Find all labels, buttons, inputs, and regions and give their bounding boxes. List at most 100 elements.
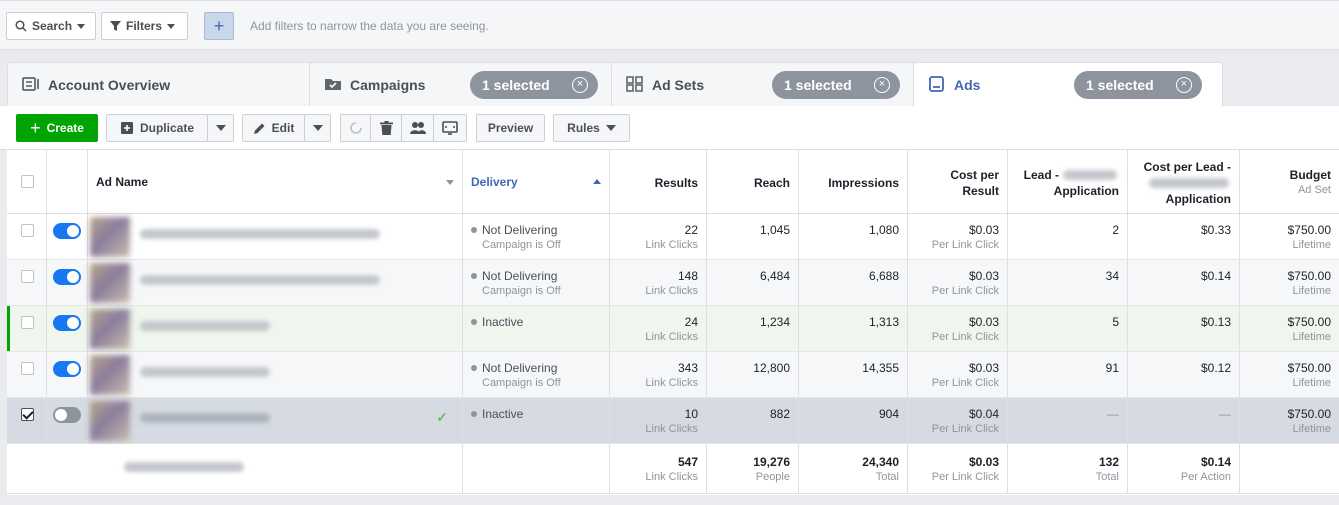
clear-selection-icon[interactable]: × bbox=[1176, 77, 1192, 93]
ad-on-off-toggle[interactable] bbox=[53, 223, 81, 239]
delivery-cell: Not Delivering Campaign is Off bbox=[463, 260, 610, 305]
grid-icon bbox=[626, 76, 643, 92]
ad-icon bbox=[929, 76, 944, 92]
header-delivery[interactable]: Delivery bbox=[463, 150, 610, 213]
header-budget[interactable]: Budget Ad Set bbox=[1240, 150, 1339, 213]
budget-value: $750.00 bbox=[1287, 361, 1331, 375]
header-impressions[interactable]: Impressions bbox=[799, 150, 908, 213]
edit-button[interactable]: Edit bbox=[242, 114, 305, 142]
search-button[interactable]: Search bbox=[6, 12, 96, 40]
totals-budget-cell bbox=[1240, 444, 1339, 493]
lead-value: 91 bbox=[1105, 361, 1119, 375]
ad-name-cell[interactable] bbox=[88, 260, 463, 305]
duplicate-dropdown[interactable] bbox=[207, 114, 234, 142]
filters-button[interactable]: Filters bbox=[101, 12, 188, 40]
row-checkbox[interactable] bbox=[21, 408, 34, 421]
row-toggle-cell bbox=[47, 398, 88, 443]
cost-per-lead-value: — bbox=[1219, 407, 1231, 421]
header-cost-per-lead[interactable]: Cost per Lead - Application bbox=[1128, 150, 1240, 213]
table-row[interactable]: Inactive 24 Link Clicks 1,234 1,313 $0.03… bbox=[7, 306, 1339, 352]
tab-account-overview[interactable]: Account Overview bbox=[7, 62, 317, 106]
row-select-cell bbox=[7, 260, 47, 305]
budget-value: $750.00 bbox=[1287, 223, 1331, 237]
add-filter-button[interactable]: + bbox=[204, 12, 234, 40]
totals-cpl-cell: $0.14 Per Action bbox=[1128, 444, 1240, 493]
delete-button[interactable] bbox=[370, 114, 402, 142]
reach-cell: 1,045 bbox=[707, 214, 799, 259]
audience-button[interactable] bbox=[401, 114, 434, 142]
header-reach[interactable]: Reach bbox=[707, 150, 799, 213]
tab-ads[interactable]: Ads 1 selected × bbox=[913, 62, 1223, 107]
budget-cell: $750.00 Lifetime bbox=[1240, 260, 1339, 305]
clear-selection-icon[interactable]: × bbox=[572, 77, 588, 93]
cost-per-result-cell: $0.03 Per Link Click bbox=[908, 352, 1008, 397]
results-value: 148 bbox=[677, 269, 698, 283]
results-cell: 148 Link Clicks bbox=[610, 260, 707, 305]
tab-ad-sets[interactable]: Ad Sets 1 selected × bbox=[611, 62, 921, 106]
ad-name-cell[interactable] bbox=[88, 306, 463, 351]
edit-dropdown[interactable] bbox=[304, 114, 331, 142]
redacted-ad-name bbox=[140, 321, 270, 331]
header-lead-application[interactable]: Lead - Application bbox=[1008, 150, 1128, 213]
header-toggle-cell bbox=[47, 150, 88, 213]
totals-results-cell: 547 Link Clicks bbox=[610, 444, 707, 493]
status-dot-icon bbox=[471, 227, 477, 233]
row-checkbox[interactable] bbox=[21, 224, 34, 237]
table-row[interactable]: Not Delivering Campaign is Off 148 Link C… bbox=[7, 260, 1339, 306]
header-cost-per-result[interactable]: Cost per Result bbox=[908, 150, 1008, 213]
tab-campaigns[interactable]: Campaigns 1 selected × bbox=[309, 62, 619, 106]
row-checkbox[interactable] bbox=[21, 270, 34, 283]
ad-name-cell[interactable] bbox=[88, 214, 463, 259]
ad-on-off-toggle[interactable] bbox=[53, 407, 81, 423]
budget-value: $750.00 bbox=[1287, 407, 1331, 421]
totals-reach-cell: 19,276 People bbox=[707, 444, 799, 493]
preview-button[interactable]: Preview bbox=[476, 114, 545, 142]
rules-button[interactable]: Rules bbox=[553, 114, 630, 142]
ad-on-off-toggle[interactable] bbox=[53, 315, 81, 331]
budget-header: Budget bbox=[1289, 168, 1331, 182]
cost-per-result-value: $0.03 bbox=[968, 315, 999, 329]
lead-cell: — bbox=[1008, 398, 1128, 443]
preview-label: Preview bbox=[487, 121, 534, 135]
redacted-ad-name bbox=[140, 367, 270, 377]
budget-cell: $750.00 Lifetime bbox=[1240, 352, 1339, 397]
totals-impressions-cell: 24,340 Total bbox=[799, 444, 908, 493]
row-checkbox[interactable] bbox=[21, 316, 34, 329]
table-row[interactable]: Not Delivering Campaign is Off 22 Link Cl… bbox=[7, 214, 1339, 260]
cost-per-result-unit: Per Link Click bbox=[931, 285, 999, 297]
results-unit: Link Clicks bbox=[645, 239, 698, 251]
ad-name-cell[interactable]: ✓ bbox=[88, 398, 463, 443]
refresh-button[interactable] bbox=[340, 114, 371, 142]
table-row[interactable]: Not Delivering Campaign is Off 343 Link C… bbox=[7, 352, 1339, 398]
cost-per-lead-cell: $0.14 bbox=[1128, 260, 1240, 305]
chevron-down-icon bbox=[312, 125, 323, 131]
header-results[interactable]: Results bbox=[610, 150, 707, 213]
impressions-cell: 1,313 bbox=[799, 306, 908, 351]
filters-label: Filters bbox=[126, 19, 163, 33]
selected-pill[interactable]: 1 selected × bbox=[1074, 71, 1202, 99]
row-checkbox[interactable] bbox=[21, 362, 34, 375]
ab-test-button[interactable] bbox=[433, 114, 467, 142]
select-all-checkbox[interactable] bbox=[21, 175, 34, 188]
lead-value: 5 bbox=[1112, 315, 1119, 329]
table-row-selected[interactable]: ✓ Inactive 10 Link Clicks 882 904 $0.04 Pe… bbox=[7, 398, 1339, 444]
clear-selection-icon[interactable]: × bbox=[874, 77, 890, 93]
selected-pill[interactable]: 1 selected × bbox=[772, 71, 900, 99]
duplicate-button[interactable]: Duplicate bbox=[106, 114, 208, 142]
ad-thumbnail bbox=[90, 401, 130, 441]
results-header: Results bbox=[654, 176, 698, 190]
redacted-text bbox=[1063, 170, 1117, 180]
tab-label: Campaigns bbox=[350, 77, 426, 93]
header-ad-name[interactable]: Ad Name bbox=[88, 150, 463, 213]
ad-on-off-toggle[interactable] bbox=[53, 361, 81, 377]
status-dot-icon bbox=[471, 365, 477, 371]
delivery-status-text: Not Delivering bbox=[482, 361, 558, 375]
pill-label: 1 selected bbox=[1086, 77, 1154, 93]
selected-pill[interactable]: 1 selected × bbox=[470, 71, 598, 99]
cost-per-lead-cell: $0.12 bbox=[1128, 352, 1240, 397]
ad-name-cell[interactable] bbox=[88, 352, 463, 397]
impressions-value: 1,313 bbox=[868, 315, 899, 329]
create-button[interactable]: + Create bbox=[16, 114, 98, 142]
delivery-cell: Inactive bbox=[463, 398, 610, 443]
ad-on-off-toggle[interactable] bbox=[53, 269, 81, 285]
